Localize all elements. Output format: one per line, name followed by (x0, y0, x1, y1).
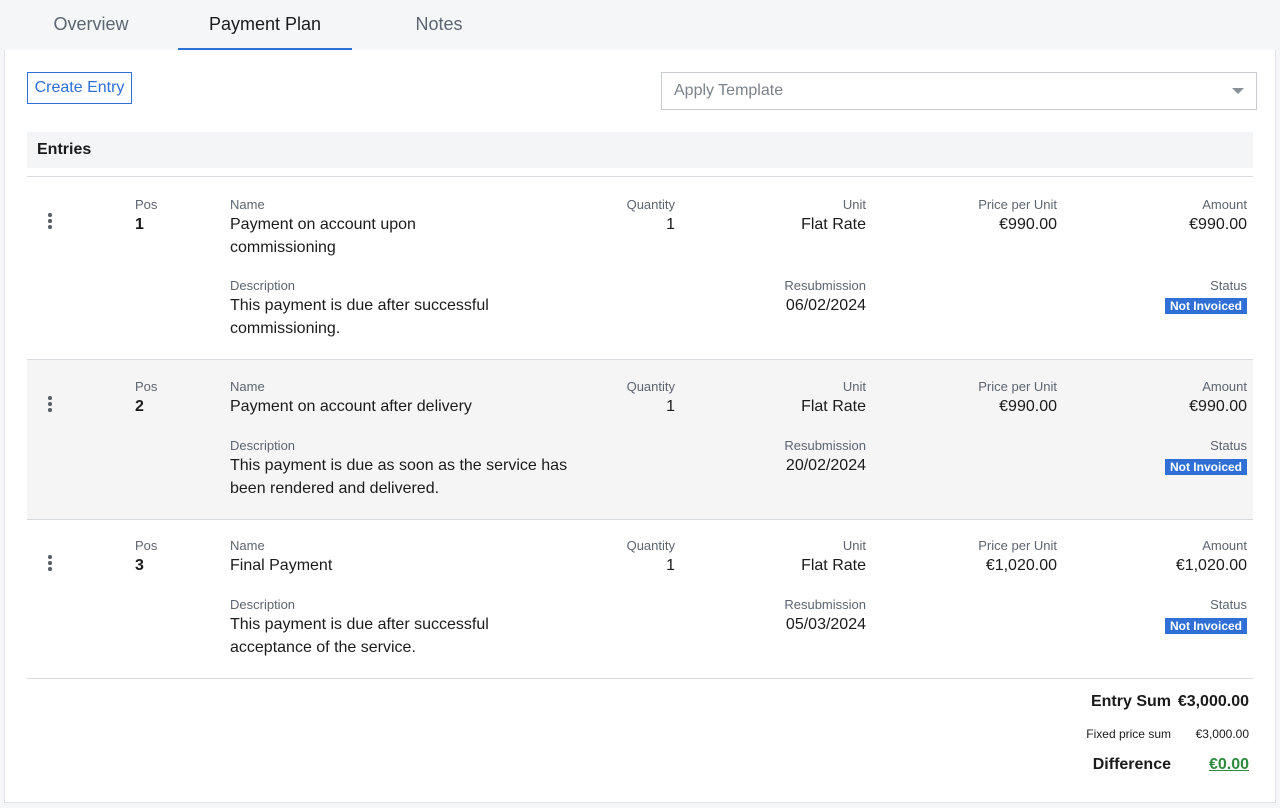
status-label: Status (1210, 438, 1247, 453)
price-per-unit-value: €990.00 (999, 398, 1057, 415)
unit-label: Unit (842, 538, 866, 553)
quantity-label: Quantity (626, 379, 675, 394)
unit-label: Unit (842, 379, 866, 394)
entry-row: Pos 1 Name Payment on account upon commi… (27, 177, 1253, 360)
tab-bar: Overview Payment Plan Notes (4, 0, 1276, 51)
entry-row: Pos 2 Name Payment on account after deli… (27, 360, 1253, 520)
name-label: Name (230, 197, 265, 212)
status-label: Status (1210, 597, 1247, 612)
status-label: Status (1210, 278, 1247, 293)
description-label: Description (230, 597, 296, 612)
unit-value: Flat Rate (801, 216, 866, 233)
unit-value: Flat Rate (801, 557, 866, 574)
chevron-down-icon (1232, 88, 1244, 94)
name-label: Name (230, 538, 265, 553)
price-per-unit-value: €990.00 (999, 216, 1057, 233)
unit-label: Unit (842, 197, 866, 212)
difference-label: Difference (1092, 756, 1171, 773)
resubmission-label: Resubmission (784, 278, 866, 293)
fixed-price-sum-label: Fixed price sum (1086, 727, 1171, 741)
amount-value: €1,020.00 (1175, 557, 1247, 574)
amount-label: Amount (1202, 379, 1247, 394)
difference-value-link[interactable]: €0.00 (1165, 756, 1249, 774)
apply-template-placeholder: Apply Template (674, 82, 784, 99)
resubmission-label: Resubmission (784, 597, 866, 612)
entry-sum-value: €3,000.00 (1177, 693, 1249, 710)
amount-label: Amount (1202, 197, 1247, 212)
status-badge: Not Invoiced (1164, 618, 1247, 634)
pos-label: Pos (135, 538, 158, 553)
entry-sum-label: Entry Sum (1090, 693, 1171, 710)
unit-value: Flat Rate (801, 398, 866, 415)
quantity-value: 1 (666, 216, 675, 233)
payment-plan-panel: Create Entry Apply Template Entries Pos … (4, 50, 1276, 803)
tab-payment-plan[interactable]: Payment Plan (178, 0, 352, 50)
quantity-value: 1 (666, 398, 675, 415)
description-label: Description (230, 278, 296, 293)
pos-label: Pos (135, 197, 158, 212)
resubmission-value: 05/03/2024 (785, 616, 866, 633)
status-badge: Not Invoiced (1164, 298, 1247, 314)
tab-overview[interactable]: Overview (4, 0, 178, 48)
price-per-unit-label: Price per Unit (978, 197, 1057, 212)
quantity-label: Quantity (626, 538, 675, 553)
tab-notes[interactable]: Notes (352, 0, 526, 48)
price-per-unit-value: €1,020.00 (985, 557, 1057, 574)
pos-value: 1 (135, 216, 144, 233)
price-per-unit-label: Price per Unit (978, 538, 1057, 553)
more-options-icon[interactable] (47, 396, 53, 414)
amount-value: €990.00 (1189, 216, 1247, 233)
entries-header: Entries (27, 132, 1253, 168)
pos-value: 2 (135, 398, 144, 415)
name-value: Final Payment (230, 557, 333, 574)
resubmission-value: 20/02/2024 (785, 457, 866, 474)
quantity-label: Quantity (626, 197, 675, 212)
more-options-icon[interactable] (47, 555, 53, 573)
amount-value: €990.00 (1189, 398, 1247, 415)
description-value: This payment is due after successful com… (230, 297, 489, 337)
pos-value: 3 (135, 557, 144, 574)
create-entry-button[interactable]: Create Entry (27, 72, 132, 104)
resubmission-label: Resubmission (784, 438, 866, 453)
description-label: Description (230, 438, 296, 453)
pos-label: Pos (135, 379, 158, 394)
resubmission-value: 06/02/2024 (785, 297, 866, 314)
fixed-price-sum-value: €3,000.00 (1195, 727, 1249, 741)
description-value: This payment is due after successful acc… (230, 616, 489, 656)
status-badge: Not Invoiced (1164, 459, 1247, 475)
quantity-value: 1 (666, 557, 675, 574)
description-value: This payment is due as soon as the servi… (230, 457, 568, 497)
name-value: Payment on account upon commissioning (230, 216, 416, 256)
more-options-icon[interactable] (47, 213, 53, 231)
entries-title: Entries (37, 141, 92, 158)
name-value: Payment on account after delivery (230, 398, 472, 415)
price-per-unit-label: Price per Unit (978, 379, 1057, 394)
apply-template-select[interactable]: Apply Template (661, 72, 1257, 110)
entry-row: Pos 3 Name Final Payment Quantity 1 Unit… (27, 520, 1253, 679)
amount-label: Amount (1202, 538, 1247, 553)
name-label: Name (230, 379, 265, 394)
